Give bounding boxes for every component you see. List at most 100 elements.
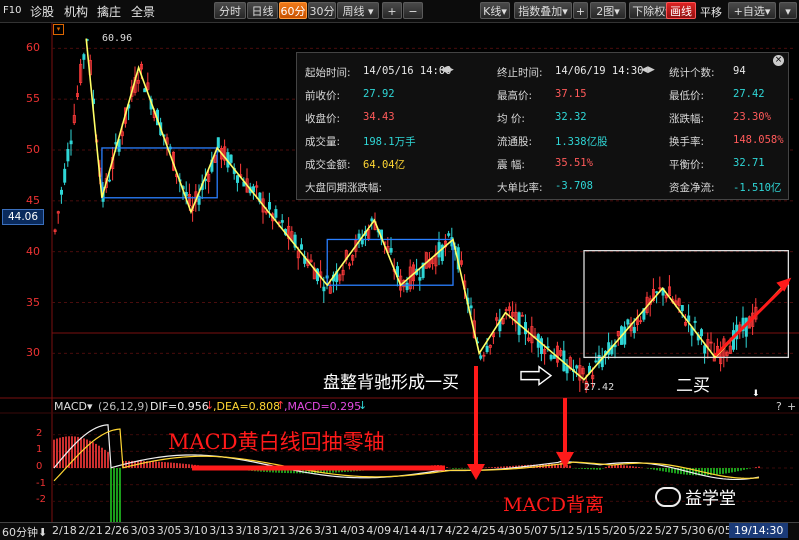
stat-label: 最低价:	[669, 90, 705, 102]
candle-body	[82, 54, 86, 60]
end-time-box: 19/14:30	[729, 523, 789, 538]
tab-intraday[interactable]: 分时	[214, 2, 246, 19]
candle-body	[357, 233, 361, 240]
toolbar-diagnose[interactable]: 诊股	[30, 3, 54, 20]
candle-body	[565, 365, 569, 374]
tab-30min[interactable]: 30分	[308, 2, 336, 19]
stat-value: 34.43	[363, 111, 395, 123]
price-tick-label: 30	[26, 346, 40, 360]
candle-body	[274, 209, 278, 218]
macd-title[interactable]: MACD▾	[54, 400, 93, 413]
zoom-in-button[interactable]: +	[382, 2, 402, 19]
stat-value: 14/06/19 14:30	[555, 65, 644, 77]
index-overlay-select[interactable]: 指数叠加▾	[514, 2, 572, 19]
low-price-label: 27.42	[584, 382, 615, 393]
candle-body	[418, 277, 422, 281]
stat-label: 震 幅:	[497, 159, 525, 171]
stat-label: 最高价:	[497, 90, 533, 102]
candle-body	[63, 168, 67, 183]
stat-value: 27.92	[363, 88, 395, 100]
index-overlay-label: 指数叠加	[518, 5, 563, 18]
date-tick-label: 3/26	[287, 524, 313, 537]
date-tick-label: 3/05	[156, 524, 182, 537]
period-selector[interactable]: 60分钟⬇	[2, 524, 47, 540]
overlay-add-button[interactable]: +	[573, 2, 588, 19]
rights-label: 下除权	[632, 5, 666, 18]
candle-body	[575, 365, 579, 369]
custom-stock-button[interactable]: +自选▾	[728, 2, 776, 19]
kline-type-label: K线	[483, 5, 502, 18]
macd-dif: DIF=0.956	[150, 400, 209, 413]
date-tick-label: 3/10	[183, 524, 208, 537]
tab-weekly-label: 周线	[342, 5, 365, 18]
current-price-box: 44.06	[2, 209, 44, 225]
stat-value: 94	[733, 65, 746, 77]
macd-add-icon[interactable]: +	[787, 400, 796, 413]
candle-body	[267, 202, 271, 210]
macd-tick-label: 0	[36, 461, 43, 472]
high-price-label: 60.96	[102, 33, 133, 44]
date-tick-label: 5/07	[523, 524, 549, 537]
candle-body	[693, 320, 697, 323]
candle-body	[229, 154, 233, 163]
start-time-nav-icon[interactable]: ◀▶	[440, 65, 454, 75]
toolbar-f10[interactable]: F10	[3, 5, 21, 16]
stat-value: 23.30%	[733, 111, 771, 123]
toolbar-more-button[interactable]: ▾	[779, 2, 797, 19]
layout-select[interactable]: 2图▾	[590, 2, 626, 19]
candle-body	[60, 189, 64, 195]
date-tick-label: 2/26	[104, 524, 130, 537]
date-tick-label: 3/03	[130, 524, 156, 537]
macd-title-text: MACD	[54, 400, 87, 413]
date-tick-label: 5/15	[576, 524, 601, 537]
draw-line-button[interactable]: 画线	[666, 2, 696, 19]
candle-body	[552, 355, 556, 359]
toolbar-panorama[interactable]: 全景	[131, 3, 155, 20]
second-buy-arrow-head	[776, 277, 792, 292]
candle-body	[700, 329, 704, 337]
date-tick-label: 4/17	[418, 524, 444, 537]
tab-daily[interactable]: 日线	[247, 2, 278, 19]
pan-button[interactable]: 平移	[700, 4, 722, 20]
stat-value: 35.51%	[555, 157, 593, 169]
zoom-out-button[interactable]: −	[403, 2, 423, 19]
date-tick-label: 5/22	[628, 524, 654, 537]
stat-value: 64.04亿	[363, 159, 406, 171]
stat-value: 32.71	[733, 157, 765, 169]
dif-line	[53, 424, 760, 481]
macd-value-down-icon: ↓	[358, 399, 368, 412]
period-selector-label: 60分钟	[2, 526, 38, 539]
date-tick-label: 3/13	[209, 524, 234, 537]
toolbar-banker[interactable]: 擒庄	[97, 3, 121, 20]
stat-label: 终止时间:	[497, 67, 543, 79]
close-icon[interactable]: ×	[773, 55, 784, 66]
kline-type-select[interactable]: K线▾	[480, 2, 510, 19]
stat-value: 37.15	[555, 88, 587, 100]
stat-label: 前收价:	[305, 90, 341, 102]
candle-body	[540, 338, 544, 354]
end-time-nav-icon[interactable]: ◀▶	[641, 65, 655, 75]
candle-body	[280, 220, 284, 223]
price-tick-label: 55	[26, 92, 40, 106]
date-tick-label: 2/21	[78, 524, 103, 537]
stat-label: 均 价:	[497, 113, 525, 125]
tab-weekly[interactable]: 周线 ▾	[337, 2, 379, 19]
tab-60min[interactable]: 60分	[279, 2, 307, 19]
macd-help-icon[interactable]: ?	[776, 400, 782, 413]
toolbar-institution[interactable]: 机构	[64, 3, 88, 20]
divergence-annotation: 盘整背驰形成一买	[323, 373, 459, 393]
candle-body	[370, 218, 374, 222]
stat-label: 流通股:	[497, 136, 533, 148]
stat-label: 大单比率:	[497, 182, 543, 194]
divergence-arrow	[520, 365, 553, 387]
price-tick-label: 35	[26, 295, 40, 309]
watermark-text: 益学堂	[685, 489, 736, 509]
price-tick-label: 45	[26, 193, 40, 207]
candle-body	[626, 319, 630, 325]
price-tick-label: 60	[26, 41, 40, 55]
second-buy-arrow-line	[713, 281, 790, 357]
candle-body	[389, 248, 393, 253]
stat-label: 成交金额:	[305, 159, 351, 171]
stat-label: 换手率:	[669, 136, 705, 148]
chart-menu-icon[interactable]: ▾	[53, 24, 64, 35]
